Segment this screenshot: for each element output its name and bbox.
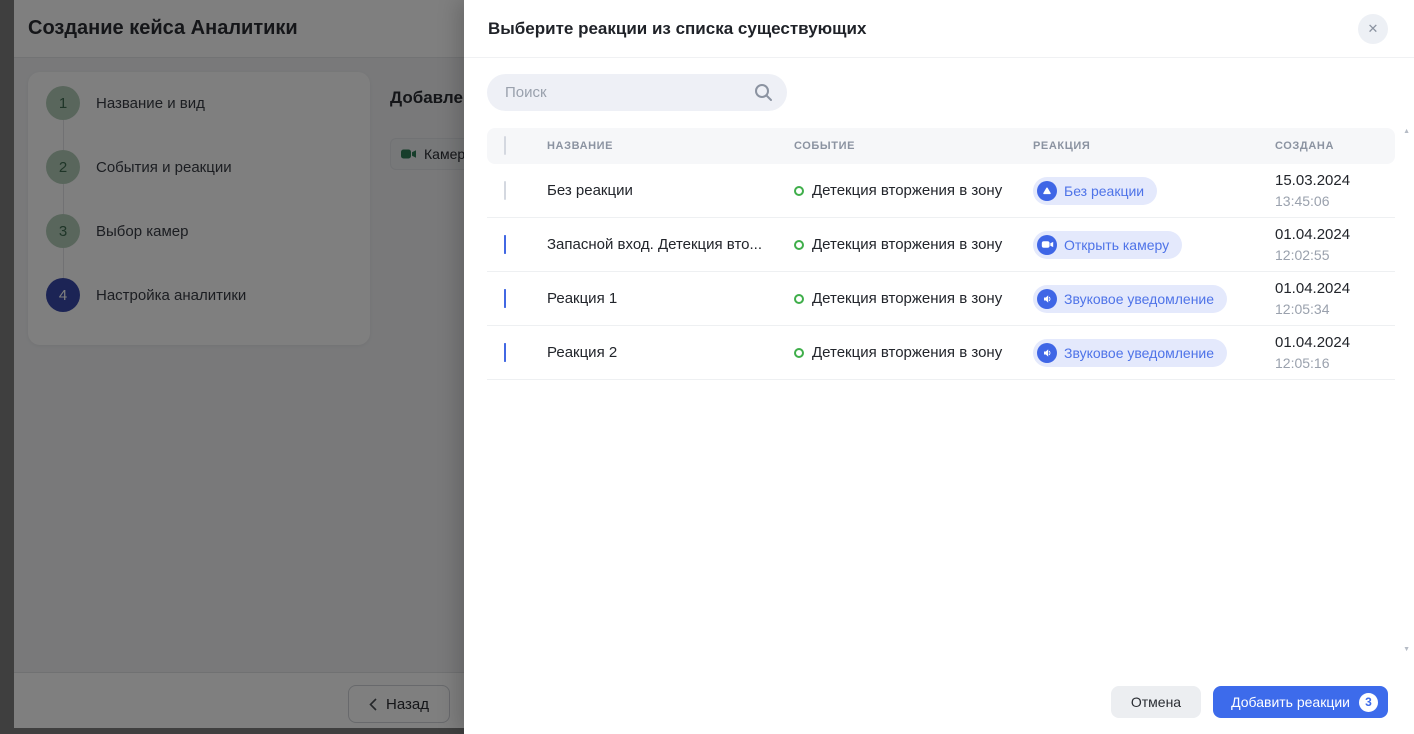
table-header-row: НАЗВАНИЕ СОБЫТИЕ РЕАКЦИЯ СОЗДАНА [487, 128, 1395, 164]
reaction-badge: Без реакции [1033, 177, 1157, 205]
event-label: Детекция вторжения в зону [812, 236, 1002, 253]
event-label: Детекция вторжения в зону [812, 182, 1002, 199]
modal-title: Выберите реакции из списка существующих [488, 19, 866, 39]
row-checkbox[interactable] [504, 289, 506, 308]
scroll-down-icon[interactable]: ▼ [1403, 646, 1410, 653]
reaction-badge-label: Без реакции [1064, 183, 1144, 199]
column-header-event: СОБЫТИЕ [794, 140, 1033, 152]
row-checkbox[interactable] [504, 235, 506, 254]
column-header-reaction: РЕАКЦИЯ [1033, 140, 1275, 152]
add-reactions-button[interactable]: Добавить реакции 3 [1213, 686, 1388, 718]
reaction-badge-label: Звуковое уведомление [1064, 345, 1214, 361]
created-date: 01.04.2024 [1275, 333, 1395, 353]
modal-header: Выберите реакции из списка существующих … [464, 0, 1414, 58]
reaction-name: Запасной вход. Детекция вто... [547, 236, 794, 253]
search-field [487, 74, 787, 111]
created-cell: 01.04.2024 12:02:55 [1275, 225, 1395, 265]
reactions-table: НАЗВАНИЕ СОБЫТИЕ РЕАКЦИЯ СОЗДАНА Без реа… [487, 128, 1395, 380]
created-date: 01.04.2024 [1275, 225, 1395, 245]
table-row[interactable]: Без реакции Детекция вторжения в зону Бе… [487, 164, 1395, 218]
reaction-name: Реакция 1 [547, 290, 794, 307]
row-checkbox[interactable] [504, 181, 506, 200]
table-row[interactable]: Запасной вход. Детекция вто... Детекция … [487, 218, 1395, 272]
created-date: 15.03.2024 [1275, 171, 1395, 191]
reaction-name: Реакция 2 [547, 344, 794, 361]
cancel-button[interactable]: Отмена [1111, 686, 1201, 718]
event-cell: Детекция вторжения в зону [794, 344, 1033, 361]
created-cell: 15.03.2024 13:45:06 [1275, 171, 1395, 211]
table-row[interactable]: Реакция 2 Детекция вторжения в зону Звук… [487, 326, 1395, 380]
event-status-icon [794, 186, 804, 196]
reaction-badge: Звуковое уведомление [1033, 285, 1227, 313]
created-cell: 01.04.2024 12:05:16 [1275, 333, 1395, 373]
created-time: 12:02:55 [1275, 245, 1395, 265]
reaction-badge-label: Открыть камеру [1064, 237, 1169, 253]
event-cell: Детекция вторжения в зону [794, 290, 1033, 307]
created-cell: 01.04.2024 12:05:34 [1275, 279, 1395, 319]
selected-count-badge: 3 [1359, 693, 1378, 712]
select-all-checkbox[interactable] [504, 136, 506, 155]
column-header-name: НАЗВАНИЕ [547, 140, 794, 152]
no-reaction-icon [1037, 181, 1057, 201]
reaction-name: Без реакции [547, 182, 794, 199]
reaction-badge-label: Звуковое уведомление [1064, 291, 1214, 307]
select-reactions-modal: Выберите реакции из списка существующих … [464, 0, 1414, 734]
event-cell: Детекция вторжения в зону [794, 236, 1033, 253]
sound-icon [1037, 289, 1057, 309]
event-status-icon [794, 240, 804, 250]
event-status-icon [794, 294, 804, 304]
row-checkbox[interactable] [504, 343, 506, 362]
search-icon [754, 83, 773, 102]
created-date: 01.04.2024 [1275, 279, 1395, 299]
event-label: Детекция вторжения в зону [812, 290, 1002, 307]
close-icon[interactable]: ✕ [1358, 14, 1388, 44]
event-cell: Детекция вторжения в зону [794, 182, 1033, 199]
table-row[interactable]: Реакция 1 Детекция вторжения в зону Звук… [487, 272, 1395, 326]
reaction-badge: Звуковое уведомление [1033, 339, 1227, 367]
add-reactions-label: Добавить реакции [1231, 694, 1350, 710]
modal-footer: Отмена Добавить реакции 3 [464, 670, 1414, 734]
event-label: Детекция вторжения в зону [812, 344, 1002, 361]
created-time: 13:45:06 [1275, 191, 1395, 211]
sound-icon [1037, 343, 1057, 363]
open-camera-icon [1037, 235, 1057, 255]
created-time: 12:05:34 [1275, 299, 1395, 319]
scroll-up-icon[interactable]: ▲ [1403, 128, 1410, 135]
column-header-created: СОЗДАНА [1275, 140, 1395, 152]
created-time: 12:05:16 [1275, 353, 1395, 373]
event-status-icon [794, 348, 804, 358]
reaction-badge: Открыть камеру [1033, 231, 1182, 259]
search-input[interactable] [487, 74, 787, 111]
